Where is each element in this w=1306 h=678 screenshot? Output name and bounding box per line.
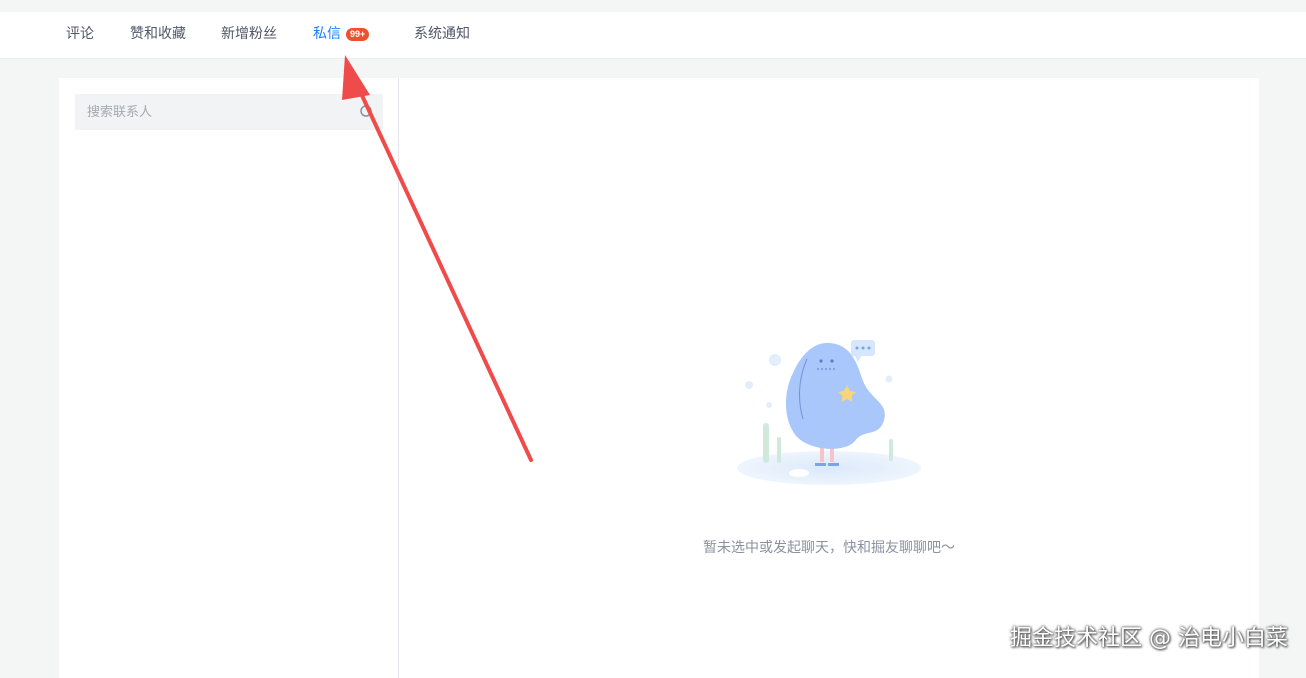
tab-system-notifications-label: 系统通知 [414, 26, 470, 42]
tab-private-messages[interactable]: 私信 99+ [313, 12, 370, 57]
watermark: 掘金技术社区 @ 治电小白菜 [1010, 626, 1288, 651]
contact-search [75, 94, 383, 130]
search-input[interactable] [75, 94, 345, 130]
empty-chat-message: 暂未选中或发起聊天，快和掘友聊聊吧～ [703, 540, 955, 556]
tab-likes-favorites-label: 赞和收藏 [130, 26, 186, 42]
tab-comments-label: 评论 [66, 26, 94, 42]
tab-likes-favorites[interactable]: 赞和收藏 [130, 12, 186, 57]
tab-private-messages-label: 私信 [313, 26, 341, 42]
tab-system-notifications[interactable]: 系统通知 [414, 12, 470, 57]
chat-panel: 暂未选中或发起聊天，快和掘友聊聊吧～ [399, 78, 1259, 678]
contacts-panel [59, 78, 399, 678]
ghost-chat-illustration [737, 340, 921, 485]
notification-tabs: 评论 赞和收藏 新增粉丝 私信 99+ 系统通知 [0, 12, 1306, 59]
unread-badge: 99+ [346, 28, 370, 41]
tab-comments[interactable]: 评论 [66, 12, 94, 57]
tab-new-followers[interactable]: 新增粉丝 [221, 12, 277, 57]
tab-new-followers-label: 新增粉丝 [221, 26, 277, 42]
search-icon[interactable] [359, 104, 375, 120]
